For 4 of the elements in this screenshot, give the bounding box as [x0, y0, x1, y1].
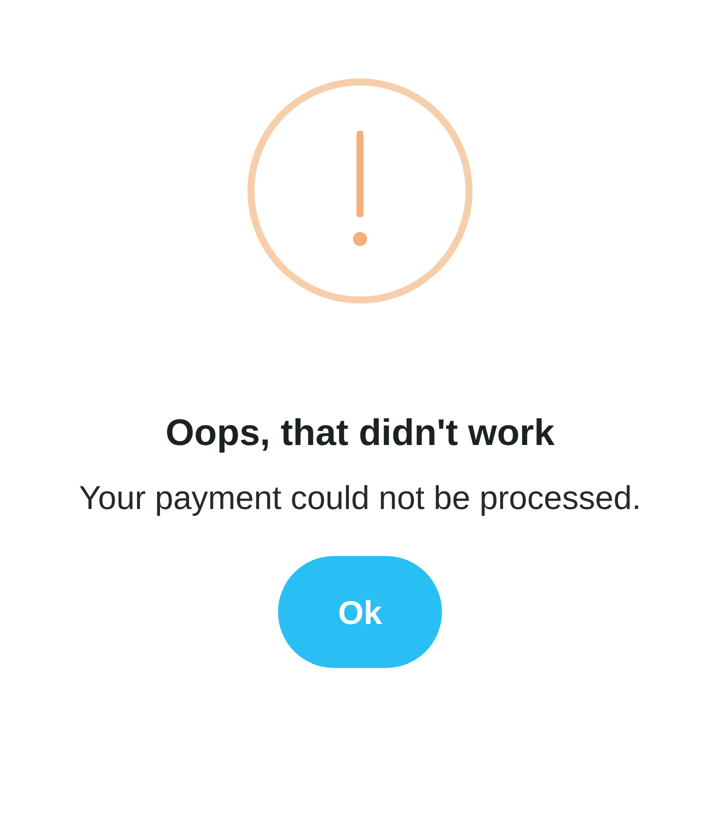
- dialog-title: Oops, that didn't work: [165, 411, 555, 455]
- ok-button[interactable]: Ok: [278, 556, 442, 668]
- warning-icon: [247, 78, 473, 304]
- dialog-message: Your payment could not be processed.: [78, 478, 642, 518]
